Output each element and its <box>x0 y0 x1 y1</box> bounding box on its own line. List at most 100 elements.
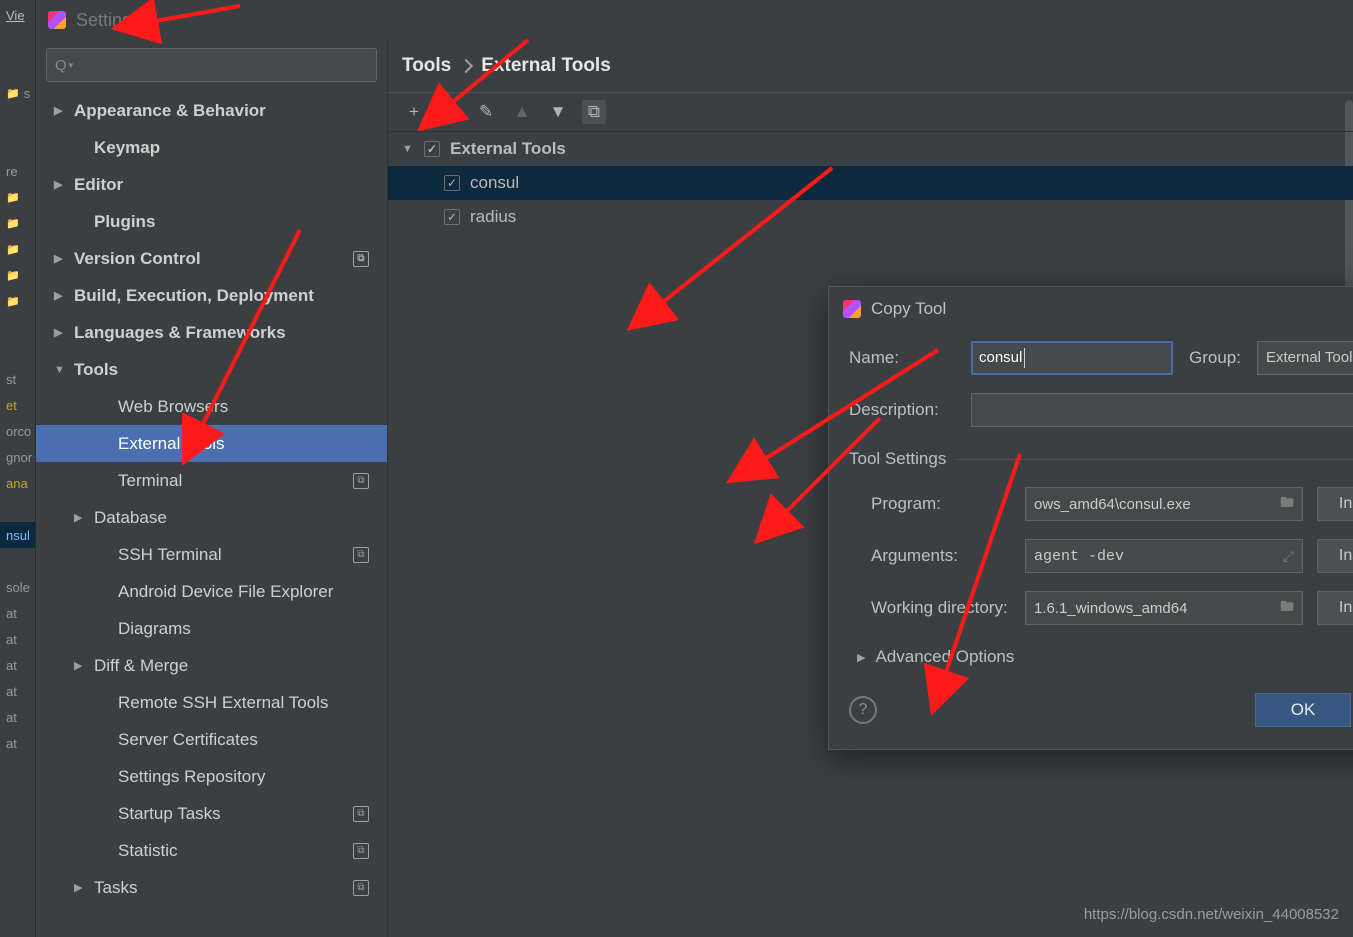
settings-tree-item[interactable]: ▶Version Control⧉ <box>36 240 387 277</box>
program-input[interactable]: ows_amd64\consul.exe 🖿 <box>1025 487 1303 521</box>
external-tool-row[interactable]: ✓ radius <box>388 200 1353 234</box>
settings-tree-item[interactable]: Settings Repository <box>36 758 387 795</box>
description-input[interactable] <box>971 393 1353 427</box>
arguments-input[interactable]: agent -dev ⤢ <box>1025 539 1303 573</box>
tree-item-label: Terminal <box>118 471 182 491</box>
chevron-right-icon: ▶ <box>74 659 86 672</box>
settings-tree-item[interactable]: Diagrams <box>36 610 387 647</box>
project-scope-icon: ⧉ <box>353 843 369 859</box>
tree-item-label: Android Device File Explorer <box>118 582 333 602</box>
left-strip-row <box>0 106 35 132</box>
insert-macro-wd-button[interactable]: Insert Macro... <box>1317 591 1353 625</box>
folder-icon[interactable]: 🖿 <box>1274 492 1294 516</box>
left-strip-row <box>0 236 35 262</box>
left-strip-row: nsul <box>0 522 35 548</box>
program-label: Program: <box>849 494 1011 514</box>
project-scope-icon: ⧉ <box>353 880 369 896</box>
settings-tree-item[interactable]: Web Browsers <box>36 388 387 425</box>
ide-left-strip: Vie srestetorcognoranansulsoleatatatatat… <box>0 0 36 937</box>
settings-tree-item[interactable]: Statistic ⧉ <box>36 832 387 869</box>
watermark: https://blog.csdn.net/weixin_44008532 <box>1084 906 1339 923</box>
chevron-right-icon: ▶ <box>54 104 66 117</box>
ok-button[interactable]: OK <box>1255 693 1351 727</box>
settings-tree-item[interactable]: ▶Editor <box>36 166 387 203</box>
external-tool-row[interactable]: ✓consul <box>388 166 1353 200</box>
move-down-button[interactable]: ▼ <box>546 100 570 124</box>
group-checkbox[interactable]: ✓ <box>424 141 440 157</box>
settings-tree-pane: Q▾ ▶Appearance & BehaviorKeymap▶EditorPl… <box>36 40 388 937</box>
left-strip-row: at <box>0 652 35 678</box>
chevron-right-icon: ▶ <box>857 651 865 664</box>
left-strip-row <box>0 548 35 574</box>
tree-item-label: Statistic <box>118 841 178 861</box>
tool-checkbox[interactable]: ✓ <box>444 175 460 191</box>
chevron-down-icon: ▼ <box>402 143 414 155</box>
separator <box>956 459 1353 460</box>
settings-tree-item[interactable]: Terminal⧉ <box>36 462 387 499</box>
settings-tree-item[interactable]: Plugins <box>36 203 387 240</box>
edit-button[interactable]: ✎ <box>474 100 498 124</box>
settings-content-pane: Tools External Tools + − ✎ ▲ ▼ ⧉ ▼ ✓ Ext… <box>388 40 1353 937</box>
working-directory-input[interactable]: 1.6.1_windows_amd64 🖿 <box>1025 591 1303 625</box>
insert-macro-arguments-button[interactable]: Insert Macro... <box>1317 539 1353 573</box>
left-strip-row: gnor <box>0 444 35 470</box>
settings-tree-item[interactable]: SSH Terminal⧉ <box>36 536 387 573</box>
settings-tree-item[interactable]: Keymap <box>36 129 387 166</box>
left-strip-row: orco <box>0 418 35 444</box>
chevron-right-icon: ▶ <box>54 289 66 302</box>
breadcrumb: Tools External Tools <box>388 40 1353 92</box>
settings-search-input[interactable]: Q▾ <box>46 48 377 82</box>
tree-item-label: Appearance & Behavior <box>74 101 266 121</box>
move-up-button[interactable]: ▲ <box>510 100 534 124</box>
settings-tree-item[interactable]: Startup Tasks⧉ <box>36 795 387 832</box>
settings-tree-item[interactable]: ▼ Tools <box>36 351 387 388</box>
group-select[interactable]: External Tools <box>1257 341 1353 375</box>
external-tools-group-row[interactable]: ▼ ✓ External Tools <box>388 132 1353 166</box>
add-button[interactable]: + <box>402 100 426 124</box>
left-strip-row: at <box>0 730 35 756</box>
settings-tree-item[interactable]: ▶Tasks⧉ <box>36 869 387 906</box>
remove-button[interactable]: − <box>438 100 462 124</box>
tree-item-label: Editor <box>74 175 123 195</box>
left-strip-row <box>0 210 35 236</box>
help-icon[interactable]: ? <box>849 696 877 724</box>
insert-macro-program-button[interactable]: Insert Macro... <box>1317 487 1353 521</box>
tree-item-label: Tools <box>74 360 118 380</box>
folder-icon[interactable]: 🖿 <box>1274 596 1294 620</box>
copy-button[interactable]: ⧉ <box>582 100 606 124</box>
tool-checkbox[interactable]: ✓ <box>444 209 460 225</box>
tree-item-label: External Tools <box>118 434 224 454</box>
settings-tree-item[interactable]: Server Certificates <box>36 721 387 758</box>
tree-item-label: Startup Tasks <box>118 804 221 824</box>
crumb-tools[interactable]: Tools <box>402 55 451 77</box>
tool-label: radius <box>470 207 516 227</box>
arguments-label: Arguments: <box>849 546 1011 566</box>
settings-tree[interactable]: ▶Appearance & BehaviorKeymap▶EditorPlugi… <box>36 88 387 937</box>
left-strip-row <box>0 184 35 210</box>
settings-tree-item[interactable]: ▶Diff & Merge <box>36 647 387 684</box>
settings-tree-item[interactable]: ▶Languages & Frameworks <box>36 314 387 351</box>
chevron-down-icon: ▾ <box>69 60 74 71</box>
advanced-options-row[interactable]: ▶ Advanced Options <box>849 647 1353 667</box>
tree-item-label: Database <box>94 508 167 528</box>
chevron-down-icon: ▼ <box>54 364 66 376</box>
settings-titlebar: Settings <box>36 0 1353 40</box>
project-scope-icon: ⧉ <box>353 547 369 563</box>
chevron-right-icon: ▶ <box>54 326 66 339</box>
expand-icon[interactable]: ⤢ <box>1277 548 1294 565</box>
settings-tree-item[interactable]: ▶Build, Execution, Deployment <box>36 277 387 314</box>
tree-item-label: Server Certificates <box>118 730 258 750</box>
crumb-external-tools[interactable]: External Tools <box>481 55 611 77</box>
settings-tree-item[interactable]: Remote SSH External Tools <box>36 684 387 721</box>
name-input[interactable]: consul <box>971 341 1173 375</box>
left-strip-row: et <box>0 392 35 418</box>
settings-tree-item[interactable]: ▶Database <box>36 499 387 536</box>
settings-tree-item[interactable]: Android Device File Explorer <box>36 573 387 610</box>
tree-item-label: Web Browsers <box>118 397 228 417</box>
left-strip-row <box>0 340 35 366</box>
settings-tree-item[interactable]: ▶ Appearance & Behavior <box>36 92 387 129</box>
tree-item-label: Tasks <box>94 878 137 898</box>
left-strip-row: at <box>0 600 35 626</box>
copy-tool-titlebar: Copy Tool ✕ <box>829 287 1353 331</box>
settings-tree-item[interactable]: External Tools <box>36 425 387 462</box>
